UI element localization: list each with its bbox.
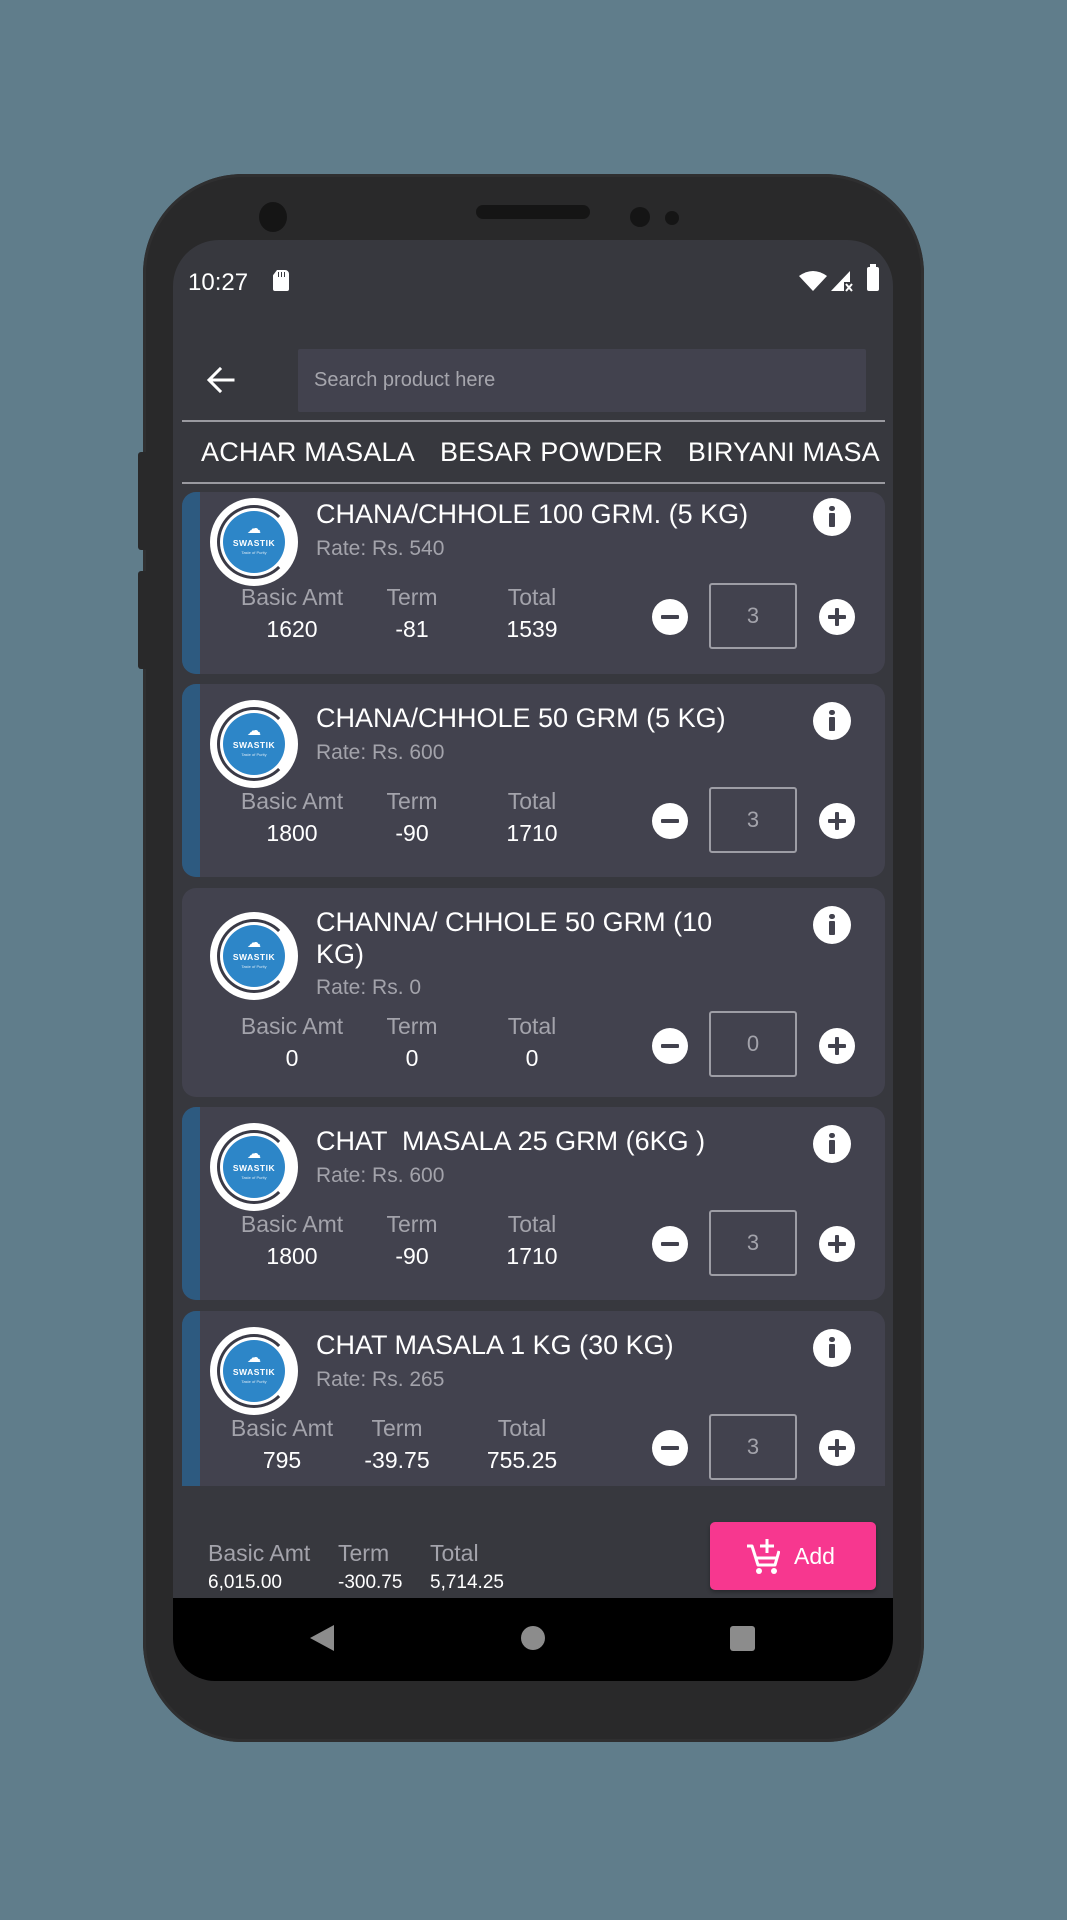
quantity-input[interactable] xyxy=(709,787,797,853)
category-tab-biryani-masala[interactable]: BIRYANI MASALA xyxy=(688,422,882,482)
search-box[interactable] xyxy=(298,349,866,412)
light-sensor xyxy=(665,211,679,225)
product-name: CHANNA/ CHHOLE 50 GRM (10 KG) xyxy=(316,907,713,969)
product-rate: Rate: Rs. 265 xyxy=(316,1368,445,1391)
summary-term: Term -300.75 xyxy=(338,1540,403,1593)
product-card[interactable]: ☁ SWASTIK Taste of Purity CHANA/CHHOLE 100… xyxy=(182,492,885,674)
product-card[interactable]: ☁ SWASTIK Taste of Purity CHAT MASALA 1 KG… xyxy=(182,1311,885,1486)
decrement-button[interactable] xyxy=(652,1430,688,1466)
info-icon[interactable] xyxy=(813,1125,851,1163)
app-screen: 10:27 ACHAR MASALA BESAR POWDER BIRYANI MA… xyxy=(173,240,893,1681)
product-card[interactable]: ☁ SWASTIK Taste of Purity CHANA/CHHOLE 50 … xyxy=(182,684,885,877)
cloud-icon: ☁ xyxy=(247,1349,261,1365)
add-to-cart-button[interactable]: Add xyxy=(710,1522,876,1590)
product-rate: Rate: Rs. 540 xyxy=(316,537,445,560)
product-name: CHAT MASALA 1 KG (30 KG) xyxy=(316,1330,674,1360)
cloud-icon: ☁ xyxy=(247,520,261,536)
cloud-icon: ☁ xyxy=(247,1145,261,1161)
product-rate: Rate: Rs. 600 xyxy=(316,1164,445,1187)
proximity-sensor xyxy=(630,207,650,227)
product-name: CHANA/CHHOLE 100 GRM. (5 KG) xyxy=(316,499,749,529)
summary-total: Total 5,714.25 xyxy=(430,1540,504,1593)
info-icon[interactable] xyxy=(813,906,851,944)
category-tab-achar-masala[interactable]: ACHAR MASALA xyxy=(201,422,415,482)
decrement-button[interactable] xyxy=(652,1028,688,1064)
total: Total 1539 xyxy=(506,584,558,642)
decrement-button[interactable] xyxy=(652,1226,688,1262)
order-summary-bar: Basic Amt 6,015.00 Term -300.75 Total 5,714… xyxy=(173,1486,893,1598)
product-list[interactable]: ☁ SWASTIK Taste of Purity CHANA/CHHOLE 100… xyxy=(173,492,893,1486)
basic-amt: Basic Amt 0 xyxy=(240,1013,344,1071)
sd-card-icon xyxy=(273,270,289,291)
cloud-icon: ☁ xyxy=(247,934,261,950)
product-card[interactable]: ☁ SWASTIK Taste of Purity CHAT MASALA 25 G… xyxy=(182,1107,885,1300)
increment-button[interactable] xyxy=(819,1226,855,1262)
volume-up-button xyxy=(138,452,146,550)
quantity-input[interactable] xyxy=(709,1210,797,1276)
category-tabs: ACHAR MASALA BESAR POWDER BIRYANI MASALA xyxy=(182,422,882,482)
product-logo: ☁ SWASTIK Taste of Purity xyxy=(210,1123,298,1211)
front-camera xyxy=(259,202,287,232)
nav-back-icon[interactable] xyxy=(310,1625,334,1651)
term: Term 0 xyxy=(386,1013,438,1071)
total: Total 755.25 xyxy=(486,1415,558,1473)
product-name: CHANA/CHHOLE 50 GRM (5 KG) xyxy=(316,703,726,733)
system-nav-bar xyxy=(173,1598,893,1681)
search-input[interactable] xyxy=(298,349,866,412)
product-logo: ☁ SWASTIK Taste of Purity xyxy=(210,1327,298,1415)
battery-icon xyxy=(867,264,879,291)
info-icon[interactable] xyxy=(813,1329,851,1367)
term: Term -39.75 xyxy=(364,1415,430,1473)
earpiece-speaker xyxy=(476,205,590,219)
divider-bottom xyxy=(182,482,885,484)
info-icon[interactable] xyxy=(813,702,851,740)
product-logo: ☁ SWASTIK Taste of Purity xyxy=(210,912,298,1000)
basic-amt: Basic Amt 1800 xyxy=(240,788,344,846)
info-icon[interactable] xyxy=(813,498,851,536)
wifi-icon xyxy=(799,271,827,291)
status-time: 10:27 xyxy=(188,269,249,296)
basic-amt: Basic Amt 1800 xyxy=(240,1211,344,1269)
device-frame: 10:27 ACHAR MASALA BESAR POWDER BIRYANI MA… xyxy=(138,174,924,1742)
nav-recents-icon[interactable] xyxy=(730,1626,755,1651)
total: Total 1710 xyxy=(506,1211,558,1269)
basic-amt: Basic Amt 795 xyxy=(230,1415,334,1473)
quantity-input[interactable] xyxy=(709,1011,797,1077)
add-button-label: Add xyxy=(794,1542,835,1569)
quantity-input[interactable] xyxy=(709,583,797,649)
term: Term -90 xyxy=(386,1211,438,1269)
increment-button[interactable] xyxy=(819,599,855,635)
basic-amt: Basic Amt 1620 xyxy=(240,584,344,642)
cloud-icon: ☁ xyxy=(247,722,261,738)
term: Term -90 xyxy=(386,788,438,846)
increment-button[interactable] xyxy=(819,803,855,839)
decrement-button[interactable] xyxy=(652,599,688,635)
quantity-input[interactable] xyxy=(709,1414,797,1480)
term: Term -81 xyxy=(386,584,438,642)
add-shopping-cart-icon xyxy=(747,1539,780,1574)
product-rate: Rate: Rs. 0 xyxy=(316,976,422,999)
volume-down-button xyxy=(138,571,146,669)
product-rate: Rate: Rs. 600 xyxy=(316,741,445,764)
product-logo: ☁ SWASTIK Taste of Purity xyxy=(210,498,298,586)
increment-button[interactable] xyxy=(819,1430,855,1466)
total: Total 1710 xyxy=(506,788,558,846)
nav-home-icon[interactable] xyxy=(521,1626,545,1650)
category-tab-besar-powder[interactable]: BESAR POWDER xyxy=(440,422,663,482)
product-card[interactable]: ☁ SWASTIK Taste of Purity CHANNA/ CHHOLE 5… xyxy=(182,888,885,1097)
total: Total 0 xyxy=(507,1013,557,1071)
signal-no-data-icon xyxy=(831,271,853,292)
increment-button[interactable] xyxy=(819,1028,855,1064)
back-arrow-icon[interactable] xyxy=(201,360,241,400)
status-bar: 10:27 xyxy=(173,240,893,310)
product-name: CHAT MASALA 25 GRM (6KG ) xyxy=(316,1126,706,1156)
decrement-button[interactable] xyxy=(652,803,688,839)
product-logo: ☁ SWASTIK Taste of Purity xyxy=(210,700,298,788)
summary-basic-amt: Basic Amt 6,015.00 xyxy=(208,1540,311,1593)
